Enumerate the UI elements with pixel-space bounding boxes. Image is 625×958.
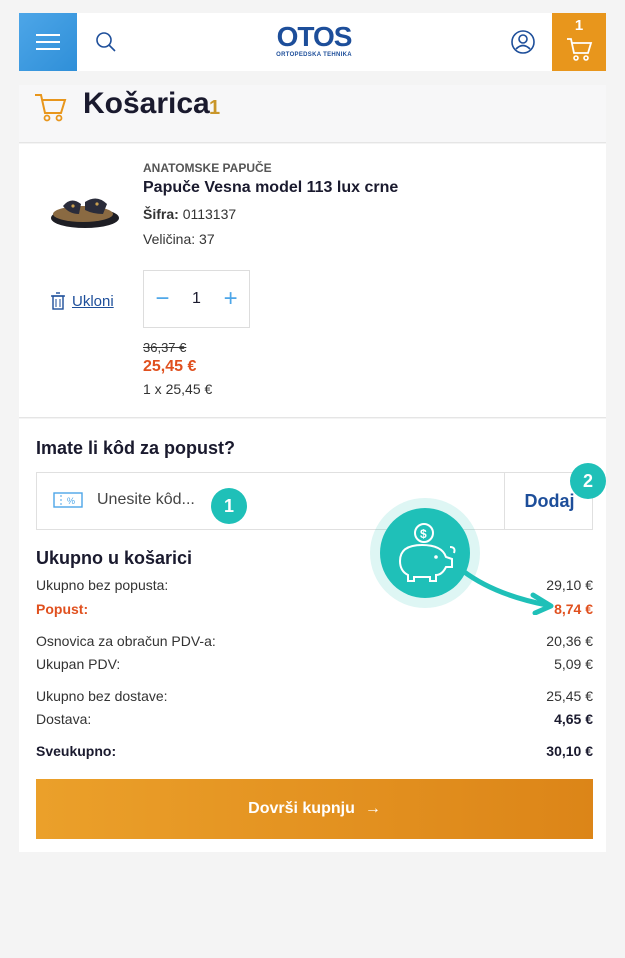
cart-item-count: 1 <box>209 97 221 119</box>
step-badge-2: 2 <box>570 463 606 499</box>
old-price: 36,37 € <box>143 340 187 355</box>
vat-row: Ukupan PDV: 5,09 € <box>36 656 593 672</box>
quantity-stepper: − 1 + <box>143 270 250 328</box>
account-button[interactable] <box>494 13 552 71</box>
logo-text: OTOS <box>276 21 353 52</box>
page-title: Košarica <box>83 87 210 120</box>
coupon-title: Imate li kôd za popust? <box>36 438 236 458</box>
user-icon <box>511 30 535 54</box>
trash-icon <box>51 292 65 310</box>
order-summary: Imate li kôd za popust? % Dodaj 1 2 Ukup… <box>19 419 606 852</box>
cart-count-badge: 1 <box>574 17 584 34</box>
totals-title: Ukupno u košarici <box>36 548 193 568</box>
logo-subtitle: ORTOPEDSKA TEHNIKA <box>276 52 352 58</box>
product-name[interactable]: Papuče Vesna model 113 lux crne <box>143 179 398 197</box>
menu-button[interactable] <box>19 13 77 71</box>
increase-quantity-button[interactable]: + <box>224 285 238 313</box>
site-header: OTOS ORTOPEDSKA TEHNIKA 1 <box>19 13 606 71</box>
piggy-bank-icon: $ <box>398 523 456 582</box>
shipping-row: Dostava: 4,65 € <box>36 711 593 727</box>
coupon-input[interactable] <box>97 491 397 509</box>
arrow-icon <box>460 568 554 615</box>
product-code: Šifra: 0113137 <box>143 206 237 222</box>
cart-title-bar: Košarica 1 <box>19 85 606 143</box>
product-category: ANATOMSKE PAPUČE <box>143 161 272 175</box>
arrow-right-icon: → <box>364 800 381 817</box>
quantity-value: 1 <box>192 290 201 307</box>
product-size: Veličina: 37 <box>143 231 215 247</box>
search-icon <box>96 32 116 52</box>
total-before-shipping-row: Ukupno bez dostave: 25,45 € <box>36 688 593 704</box>
sale-price: 25,45 € <box>143 358 197 375</box>
step-badge-1: 1 <box>211 488 247 524</box>
cart-button[interactable]: 1 <box>552 13 606 71</box>
coupon-icon: % <box>53 492 83 508</box>
checkout-label: Dovrši kupnju <box>248 800 355 817</box>
decrease-quantity-button[interactable]: − <box>155 285 169 313</box>
search-button[interactable] <box>77 13 135 71</box>
vat-base-row: Osnovica za obračun PDV-a: 20,36 € <box>36 633 593 649</box>
svg-text:%: % <box>67 496 75 506</box>
logo[interactable]: OTOS ORTOPEDSKA TEHNIKA <box>271 23 357 63</box>
remove-label: Ukloni <box>72 292 114 310</box>
checkout-button[interactable]: Dovrši kupnju → <box>36 779 593 839</box>
svg-text:$: $ <box>420 527 427 541</box>
coupon-form: % Dodaj <box>36 472 593 530</box>
remove-button[interactable]: Ukloni <box>50 292 114 310</box>
unit-price: 1 x 25,45 € <box>143 381 213 397</box>
cart-item: ANATOMSKE PAPUČE Papuče Vesna model 113 … <box>19 144 606 418</box>
grand-total-row: Sveukupno: 30,10 € <box>36 743 593 759</box>
product-image[interactable] <box>49 184 121 234</box>
cart-icon <box>567 38 593 61</box>
hamburger-icon <box>36 34 60 36</box>
cart-icon <box>35 94 67 122</box>
